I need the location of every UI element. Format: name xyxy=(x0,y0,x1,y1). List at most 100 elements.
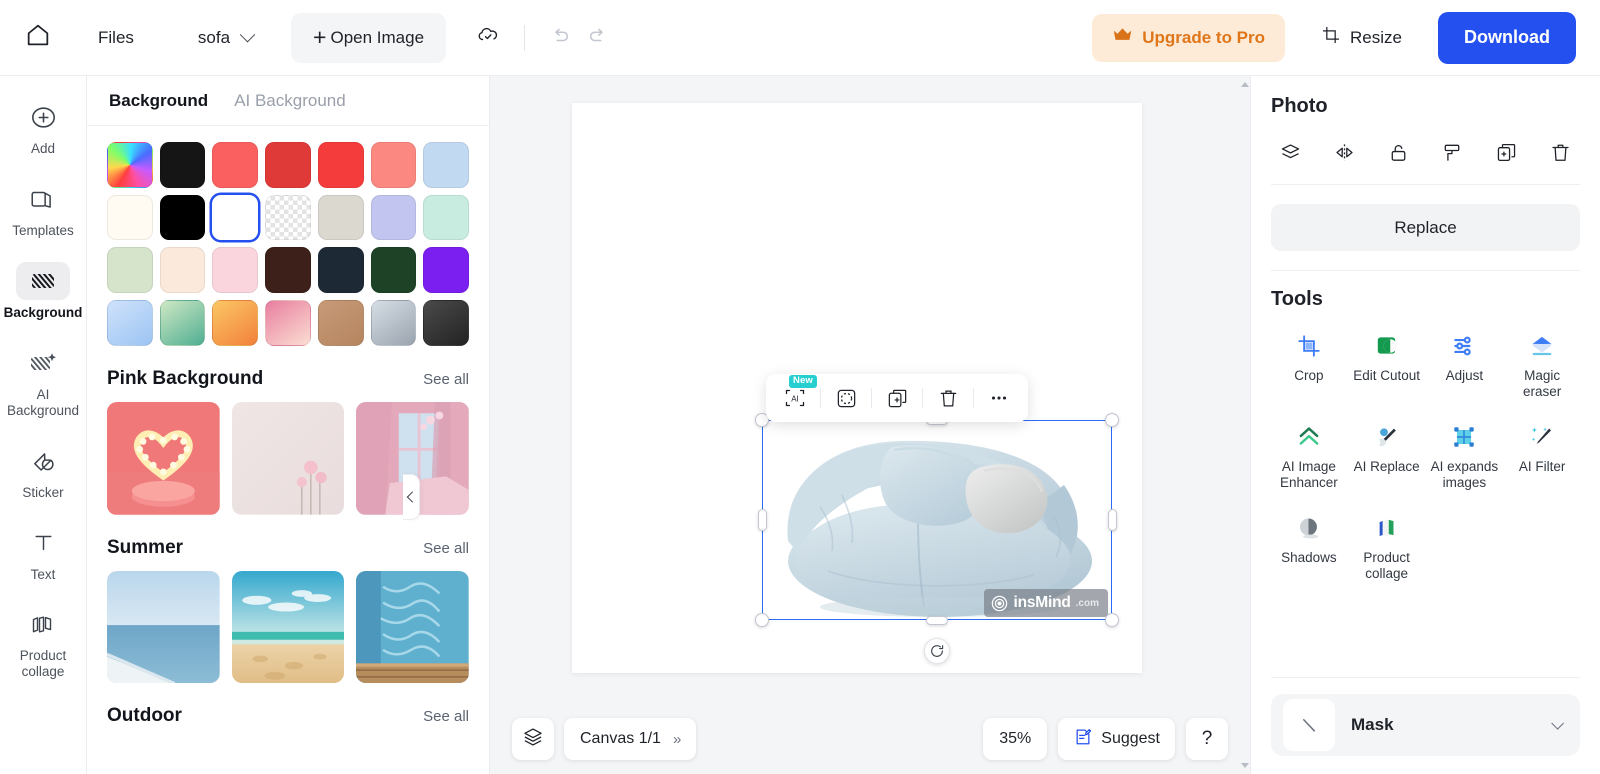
swatch-pink-gradient[interactable] xyxy=(265,300,311,346)
swatch-color-picker[interactable] xyxy=(107,142,153,188)
scroll-down-arrow-icon[interactable] xyxy=(1241,763,1249,768)
download-button[interactable]: Download xyxy=(1438,11,1576,64)
layers-button[interactable] xyxy=(512,718,554,760)
tool-magic-eraser[interactable]: Magic eraser xyxy=(1504,321,1580,408)
bg-thumb-pool-water-deck[interactable] xyxy=(356,570,469,684)
swatch-silver-gradient[interactable] xyxy=(370,300,417,346)
swatch-pure-black[interactable] xyxy=(159,194,206,241)
swatch-tan-gradient[interactable] xyxy=(317,300,364,346)
mask-divider xyxy=(1271,677,1580,678)
handle-bottom-center[interactable] xyxy=(926,615,948,625)
see-all-summer[interactable]: See all xyxy=(423,540,469,557)
swatch-mint[interactable] xyxy=(423,194,470,241)
swatch-bright-red[interactable] xyxy=(317,142,364,188)
trash-icon[interactable] xyxy=(1544,136,1578,168)
swatch-dark-gradient[interactable] xyxy=(423,300,470,346)
swatch-violet[interactable] xyxy=(423,247,470,294)
delete-tool-button[interactable] xyxy=(925,378,971,418)
tool-ai-replace[interactable]: AI Replace xyxy=(1349,412,1425,499)
bg-thumb-pink-heart-podium[interactable] xyxy=(107,401,220,515)
open-image-button[interactable]: + Open Image xyxy=(291,12,447,63)
duplicate-icon[interactable] xyxy=(1490,136,1524,168)
resize-button[interactable]: Resize xyxy=(1311,17,1412,58)
swatch-baby-pink[interactable] xyxy=(212,247,259,294)
swatch-warm-grey[interactable] xyxy=(317,194,364,241)
suggest-button[interactable]: Suggest xyxy=(1058,718,1175,760)
bg-thumb-calm-ocean-horizon[interactable] xyxy=(107,570,220,684)
paint-roller-icon[interactable] xyxy=(1436,136,1470,168)
tool-label: AI Filter xyxy=(1518,458,1566,474)
swatch-transparent[interactable] xyxy=(265,194,311,241)
sidebar-item-background[interactable]: Background xyxy=(4,254,83,327)
swatch-near-black[interactable] xyxy=(159,142,206,188)
swatch-dark-brown[interactable] xyxy=(265,247,311,294)
tool-shadows[interactable]: Shadows xyxy=(1271,503,1347,590)
swatch-orange-gradient[interactable] xyxy=(212,300,259,346)
handle-middle-right[interactable] xyxy=(1107,509,1117,531)
swatch-crimson-red[interactable] xyxy=(265,142,311,188)
tool-edit-cutout[interactable]: Edit Cutout xyxy=(1349,321,1425,408)
flip-horizontal-icon[interactable] xyxy=(1327,136,1361,168)
swatch-green-gradient[interactable] xyxy=(159,300,206,346)
swatch-forest-green[interactable] xyxy=(370,247,417,294)
swatch-sage-green[interactable] xyxy=(107,247,153,294)
undo-button[interactable] xyxy=(541,19,579,57)
tab-background[interactable]: Background xyxy=(109,91,208,111)
swatch-white[interactable] xyxy=(212,194,259,241)
swatch-light-blue[interactable] xyxy=(423,142,470,188)
files-button[interactable]: Files xyxy=(84,22,148,54)
handle-middle-left[interactable] xyxy=(757,509,767,531)
unlock-icon[interactable] xyxy=(1381,136,1415,168)
cloud-save-button[interactable] xyxy=(468,18,508,58)
tool-adjust[interactable]: Adjust xyxy=(1427,321,1503,408)
sidebar-item-product-collage[interactable]: Product collage xyxy=(4,597,83,686)
replace-button[interactable]: Replace xyxy=(1271,204,1580,251)
see-all-outdoor[interactable]: See all xyxy=(423,708,469,725)
handle-top-right[interactable] xyxy=(1105,413,1119,427)
sidebar-item-templates[interactable]: Templates xyxy=(4,172,83,245)
see-all-pink-background[interactable]: See all xyxy=(423,371,469,388)
panel-collapse-button[interactable] xyxy=(403,474,420,520)
tab-ai-background[interactable]: AI Background xyxy=(234,91,346,111)
rotate-handle[interactable] xyxy=(924,638,950,664)
bg-thumb-pink-wall-flowers[interactable] xyxy=(231,401,345,515)
sidebar-item-ai-background[interactable]: AI Background xyxy=(4,336,83,425)
swatch-periwinkle[interactable] xyxy=(370,194,417,241)
swatch-peach-cream[interactable] xyxy=(159,247,206,294)
upgrade-to-pro-button[interactable]: Upgrade to Pro xyxy=(1092,13,1286,62)
sidebar-item-text[interactable]: Text xyxy=(4,516,83,589)
swatch-salmon-pink[interactable] xyxy=(370,142,417,188)
document-name-dropdown[interactable]: sofa xyxy=(188,22,263,54)
layer-order-icon[interactable] xyxy=(1273,136,1307,168)
bottom-status-bar: Canvas 1/1 » 35% Suggest ? xyxy=(490,704,1250,774)
mask-selector[interactable]: Mask xyxy=(1271,694,1580,756)
cutout-tool-button[interactable] xyxy=(823,378,869,418)
selected-object[interactable]: insMind .com xyxy=(755,413,1119,664)
canvas-pages-button[interactable]: Canvas 1/1 » xyxy=(564,718,697,760)
more-options-button[interactable] xyxy=(976,378,1022,418)
home-button[interactable] xyxy=(0,21,76,54)
tool-product-collage[interactable]: Product collage xyxy=(1349,503,1425,590)
zoom-level-button[interactable]: 35% xyxy=(983,718,1048,760)
canvas-stage[interactable]: New AI insMind .com Canvas 1/1 » 35% Sug… xyxy=(490,76,1250,774)
duplicate-tool-button[interactable] xyxy=(874,378,920,418)
swatch-ivory-cream[interactable] xyxy=(107,194,153,241)
sidebar-label-product-collage: Product collage xyxy=(19,648,67,680)
tool-ai-image-enhancer[interactable]: AI Image Enhancer xyxy=(1271,412,1347,499)
handle-bottom-right[interactable] xyxy=(1105,613,1119,627)
redo-button[interactable] xyxy=(579,19,617,57)
scroll-up-arrow-icon[interactable] xyxy=(1241,82,1249,87)
sidebar-item-sticker[interactable]: Sticker xyxy=(4,434,83,507)
swatch-blue-gradient[interactable] xyxy=(107,300,153,346)
inspector-scrollbar[interactable] xyxy=(1237,76,1251,774)
sidebar-item-add[interactable]: Add xyxy=(4,90,83,163)
bg-thumb-sandy-beach-sky[interactable] xyxy=(231,570,345,684)
tool-ai-expands-images[interactable]: AI expands images xyxy=(1427,412,1503,499)
ai-tool-button[interactable]: New AI xyxy=(772,375,818,418)
tool-ai-filter[interactable]: AI Filter xyxy=(1504,412,1580,499)
handle-bottom-left[interactable] xyxy=(755,613,769,627)
tool-crop[interactable]: Crop xyxy=(1271,321,1347,408)
swatch-coral-red[interactable] xyxy=(212,142,259,188)
help-button[interactable]: ? xyxy=(1186,718,1228,760)
swatch-navy-charcoal[interactable] xyxy=(317,247,364,294)
